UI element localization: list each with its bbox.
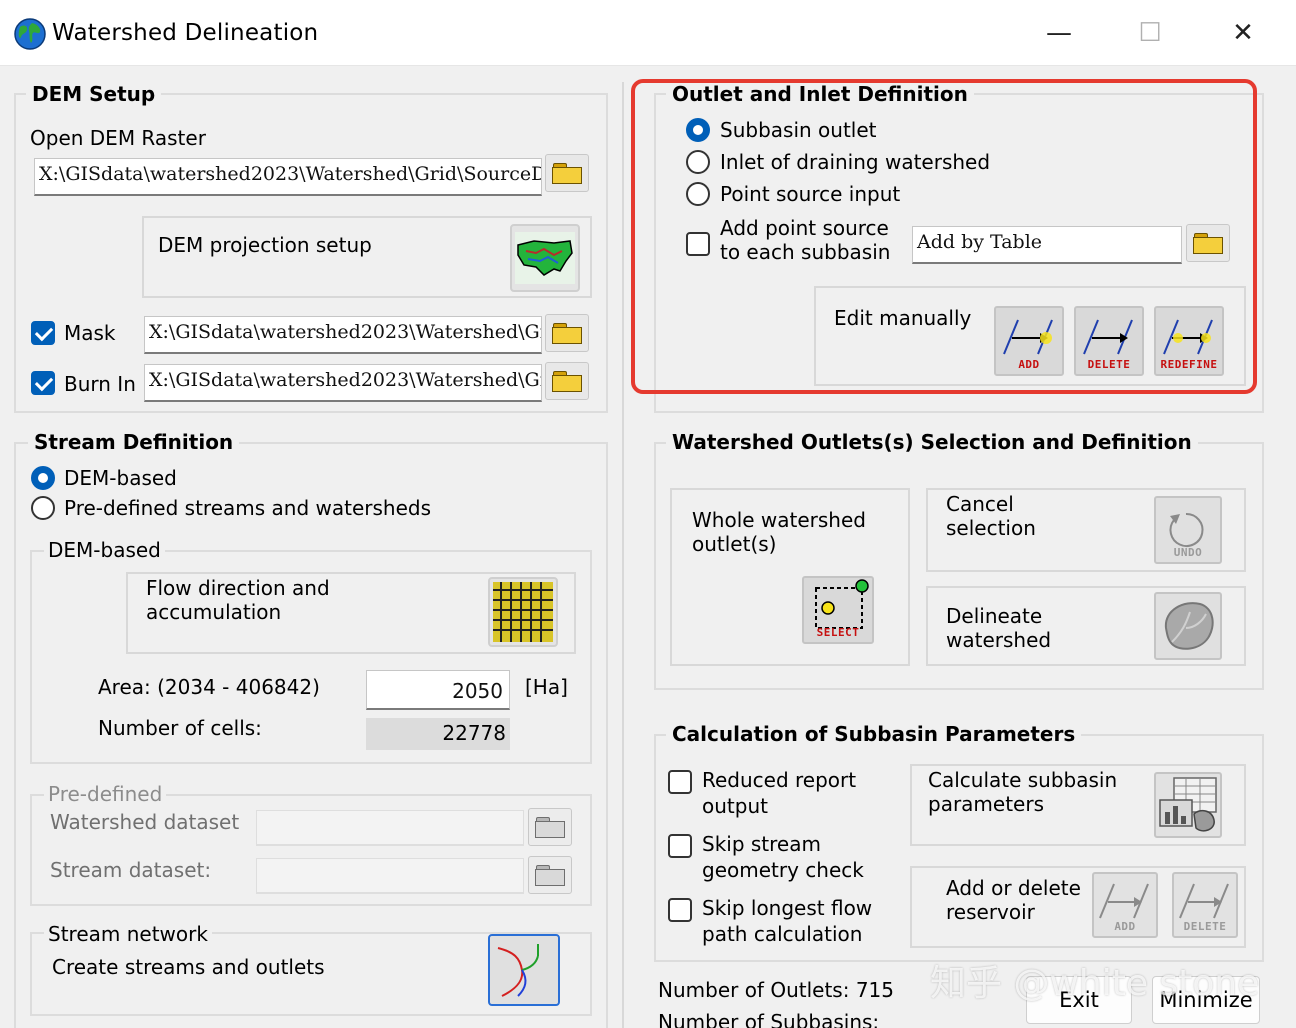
mask-path-field[interactable]: X:\GISdata\watershed2023\Watershed\Grid	[144, 316, 542, 354]
dem-setup-title: DEM Setup	[26, 82, 162, 106]
table-chart-icon	[1159, 777, 1217, 832]
title-bar: Watershed Delineation — ☐ ✕	[0, 0, 1296, 66]
whole-watershed-label-line2: outlet(s)	[692, 532, 777, 556]
undo-label: UNDO	[1173, 546, 1203, 559]
cancel-selection-label-line2: selection	[946, 516, 1036, 540]
reservoir-label-line1: Add or delete	[946, 876, 1081, 900]
predefined-radio[interactable]	[31, 496, 55, 520]
column-divider	[622, 82, 624, 1028]
cells-label: Number of cells:	[98, 716, 262, 740]
dem-projection-button[interactable]	[510, 224, 580, 292]
highlight-annotation	[631, 79, 1257, 394]
number-of-subbasins: Number of Subbasins:	[658, 1010, 880, 1028]
skip-geometry-label-line1: Skip stream	[702, 832, 821, 856]
whole-watershed-label-line1: Whole watershed	[692, 508, 866, 532]
dem-projection-label: DEM projection setup	[158, 233, 372, 257]
watermark: 知乎 @white stone	[930, 963, 1260, 1004]
stream-definition-title: Stream Definition	[28, 430, 240, 454]
burn-in-checkbox[interactable]	[31, 371, 55, 395]
stream-dataset-field[interactable]	[256, 858, 524, 894]
cancel-selection-label-line1: Cancel	[946, 492, 1014, 516]
create-streams-button[interactable]	[488, 934, 560, 1006]
delineate-watershed-button[interactable]	[1154, 592, 1222, 660]
folder-icon	[552, 163, 582, 184]
add-reservoir-button[interactable]: ADD	[1092, 872, 1158, 938]
dem-based-group-title: DEM-based	[44, 538, 165, 562]
dem-based-label: DEM-based	[64, 466, 177, 490]
reduced-report-checkbox[interactable]	[668, 770, 692, 794]
predefined-group-title: Pre-defined	[44, 782, 167, 806]
skip-longest-flow-label-line2: path calculation	[702, 922, 863, 946]
flow-direction-label-line1: Flow direction and	[146, 576, 330, 600]
area-unit-label: [Ha]	[525, 675, 568, 699]
flow-direction-button[interactable]	[488, 577, 558, 647]
skip-longest-flow-label-line1: Skip longest flow	[702, 896, 873, 920]
delineate-label-line1: Delineate	[946, 604, 1043, 628]
burn-in-path-field[interactable]: X:\GISdata\watershed2023\Watershed\Grid	[144, 364, 542, 402]
create-streams-label: Create streams and outlets	[52, 955, 325, 979]
browse-stream-button[interactable]	[528, 856, 572, 894]
select-icon	[815, 579, 869, 629]
mask-checkbox[interactable]	[31, 321, 55, 345]
dem-path-field[interactable]: X:\GISdata\watershed2023\Watershed\Grid\…	[34, 158, 542, 196]
area-label: Area: (2034 - 406842)	[98, 675, 320, 699]
browse-mask-button[interactable]	[545, 314, 589, 352]
undo-icon	[1169, 512, 1204, 547]
window-title: Watershed Delineation	[52, 20, 319, 46]
calc-subbasin-label-line2: parameters	[928, 792, 1045, 816]
predefined-label: Pre-defined streams and watersheds	[64, 496, 431, 520]
reservoir-label-line2: reservoir	[946, 900, 1035, 924]
subbasin-params-title: Calculation of Subbasin Parameters	[666, 722, 1082, 746]
select-outlet-button[interactable]: SELECT	[802, 576, 874, 644]
add-reservoir-label: ADD	[1114, 920, 1136, 933]
folder-icon	[535, 817, 565, 838]
outlets-selection-title: Watershed Outlets(s) Selection and Defin…	[666, 430, 1198, 454]
delete-reservoir-label: DELETE	[1183, 920, 1227, 933]
maximize-window-button[interactable]: ☐	[1127, 14, 1173, 52]
watershed-icon	[1164, 602, 1214, 650]
reduced-report-label-line2: output	[702, 794, 768, 818]
globe-icon	[14, 18, 46, 50]
dem-based-radio[interactable]	[31, 466, 55, 490]
delete-reservoir-button[interactable]: DELETE	[1172, 872, 1238, 938]
browse-burn-in-button[interactable]	[545, 362, 589, 400]
cells-value: 22778	[366, 718, 510, 750]
skip-geometry-checkbox[interactable]	[668, 834, 692, 858]
reduced-report-label-line1: Reduced report	[702, 768, 857, 792]
grid-icon	[493, 582, 553, 642]
close-window-button[interactable]: ✕	[1220, 14, 1266, 52]
flow-direction-label-line2: accumulation	[146, 600, 282, 624]
browse-dem-button[interactable]	[545, 154, 589, 192]
mask-label: Mask	[64, 321, 116, 345]
folder-icon	[552, 323, 582, 344]
select-label: SELECT	[816, 626, 860, 639]
stream-dataset-label: Stream dataset:	[50, 858, 212, 882]
skip-longest-flow-checkbox[interactable]	[668, 898, 692, 922]
open-dem-label: Open DEM Raster	[30, 126, 206, 150]
browse-watershed-button[interactable]	[528, 808, 572, 846]
add-reservoir-icon	[1099, 883, 1149, 919]
cancel-selection-button[interactable]: UNDO	[1154, 496, 1222, 564]
us-map-icon	[515, 232, 575, 284]
stream-network-icon	[497, 944, 539, 997]
number-of-outlets: Number of Outlets: 715	[658, 978, 894, 1002]
delineate-label-line2: watershed	[946, 628, 1052, 652]
stream-network-title: Stream network	[44, 922, 212, 946]
skip-geometry-label-line2: geometry check	[702, 858, 864, 882]
minimize-window-button[interactable]: —	[1036, 14, 1082, 52]
calc-subbasin-label-line1: Calculate subbasin	[928, 768, 1118, 792]
watershed-dataset-field[interactable]	[256, 810, 524, 846]
watershed-dataset-label: Watershed dataset	[50, 810, 240, 834]
folder-icon	[552, 371, 582, 392]
folder-icon	[535, 865, 565, 886]
area-threshold-field[interactable]: 2050	[366, 670, 510, 710]
calc-subbasin-button[interactable]	[1154, 772, 1222, 838]
delete-reservoir-icon	[1179, 883, 1229, 919]
burn-in-label: Burn In	[64, 372, 136, 396]
